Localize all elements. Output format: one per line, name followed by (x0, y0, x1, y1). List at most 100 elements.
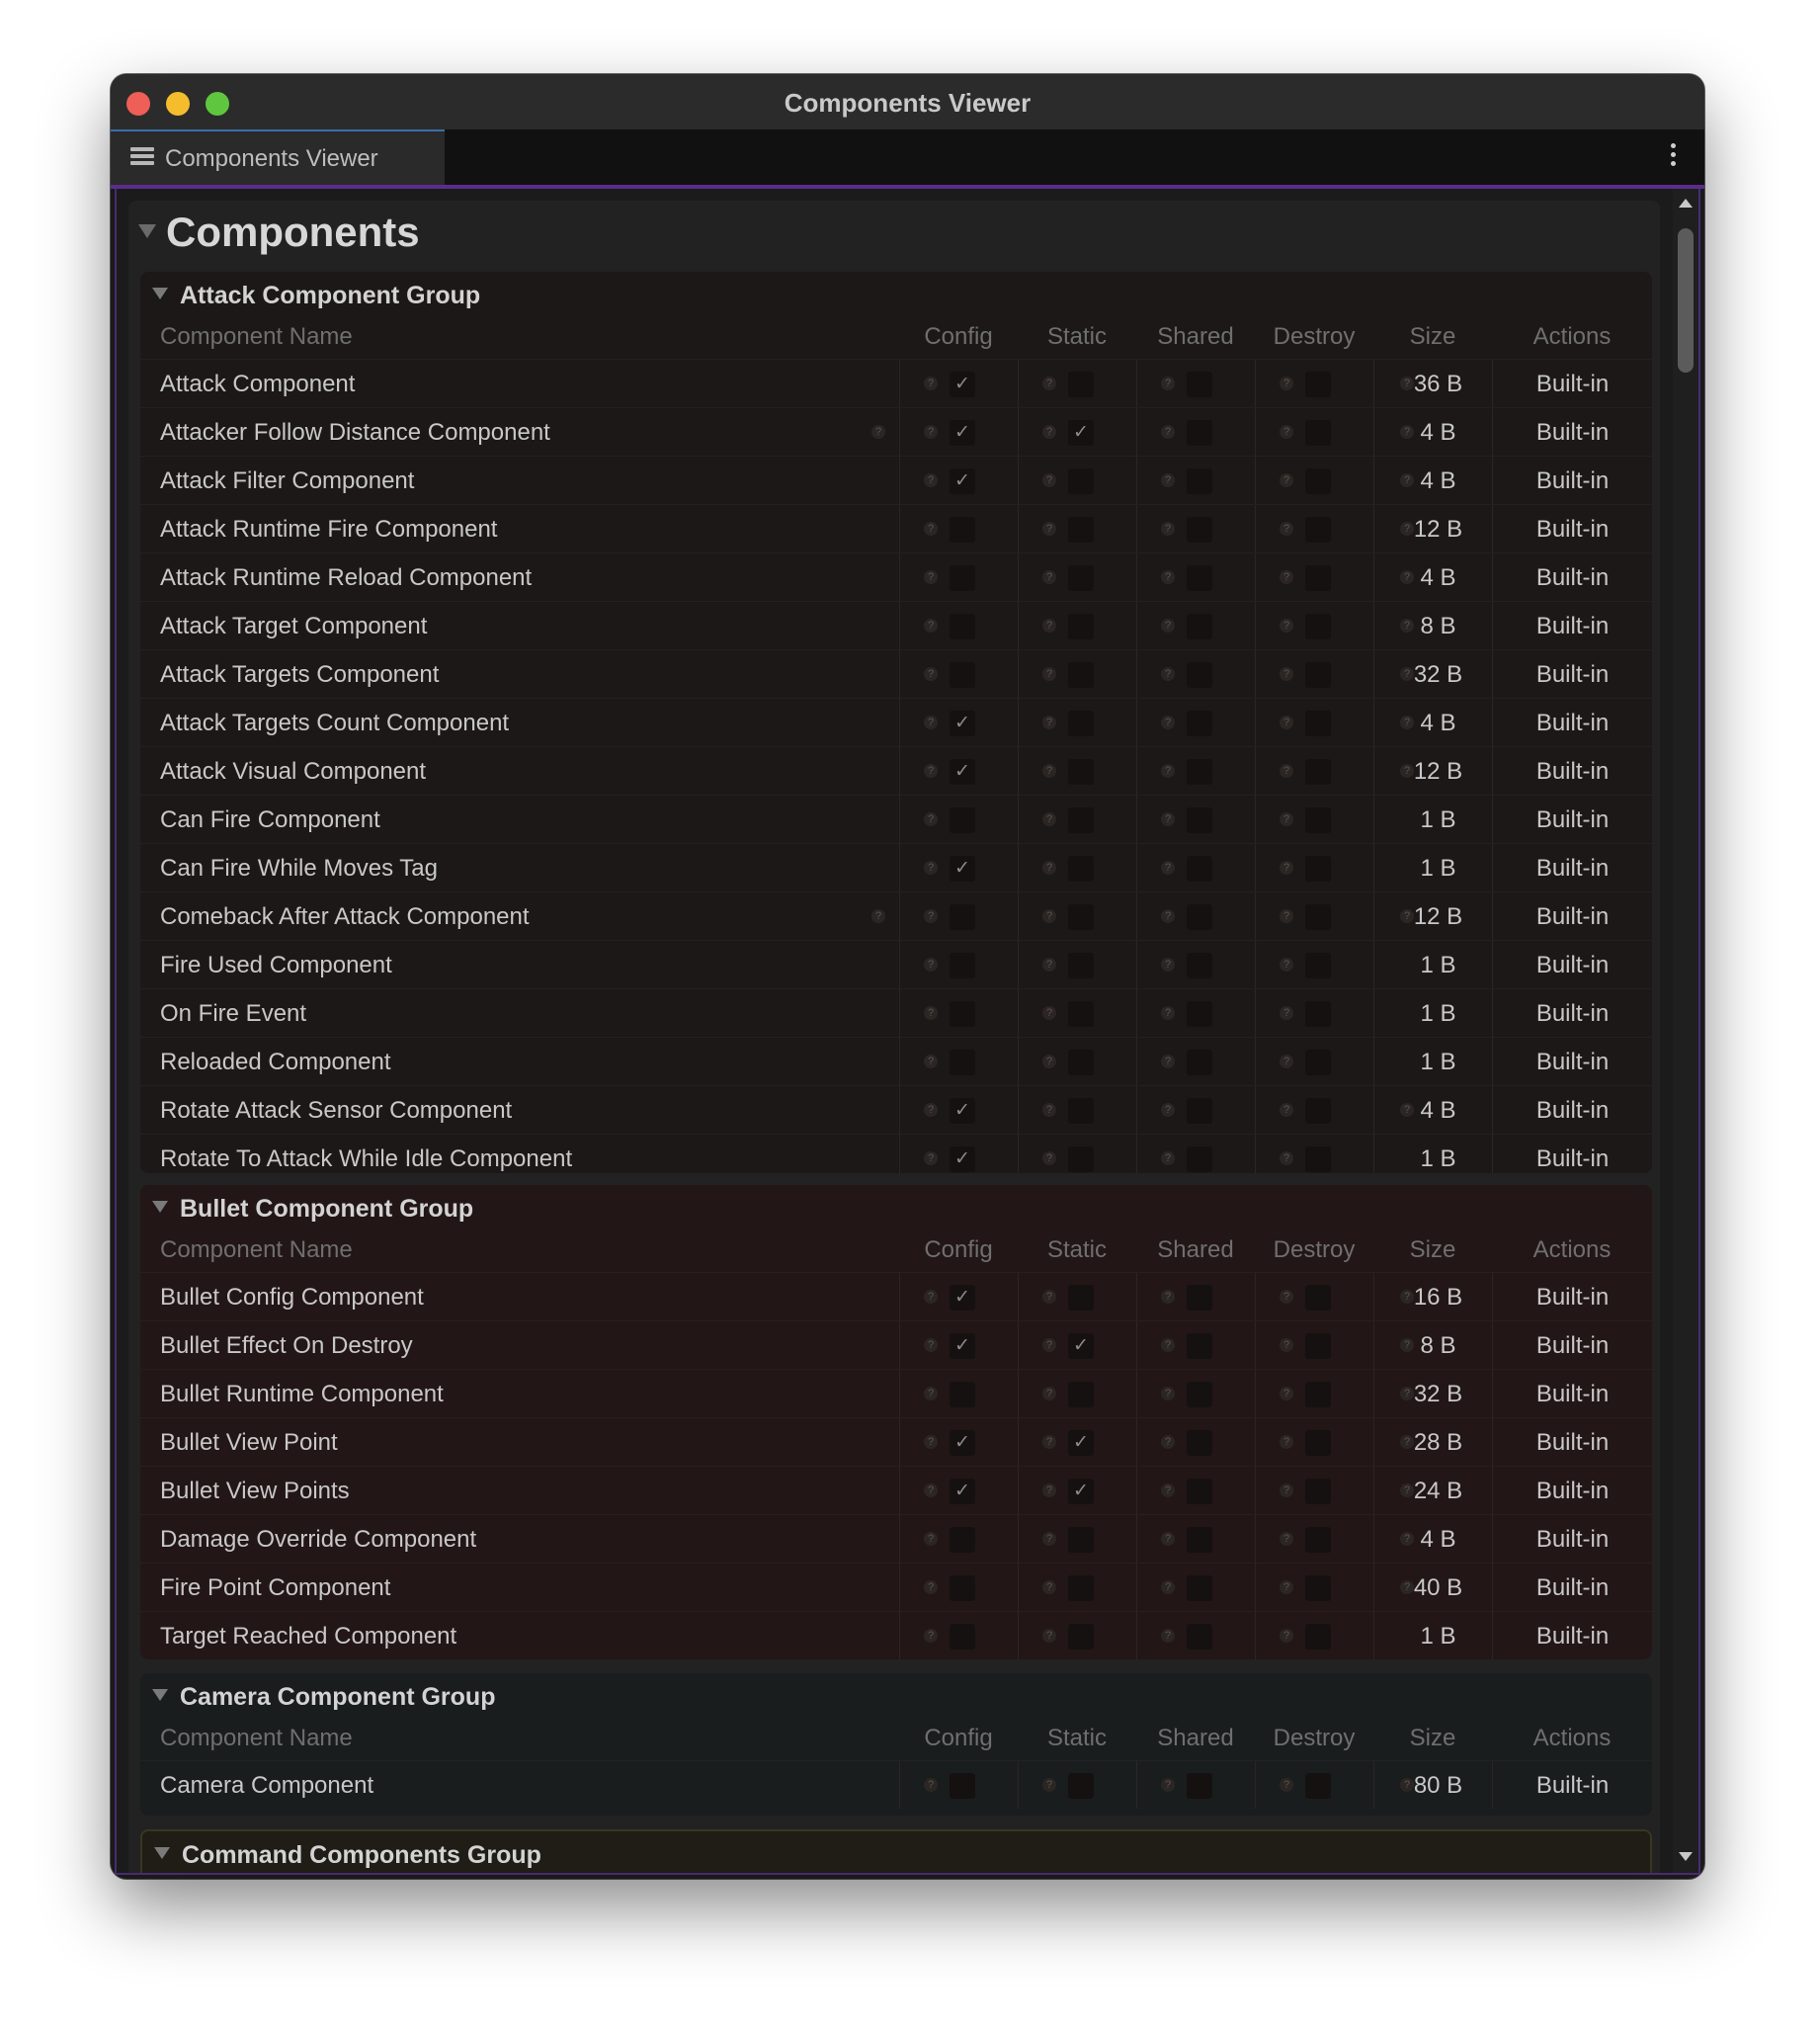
column-config[interactable]: Config (899, 1717, 1018, 1760)
table-row[interactable]: Attack Runtime Reload Component???? ? 4 B B… (140, 552, 1652, 601)
question-icon[interactable]: ? (1042, 1435, 1056, 1449)
table-row[interactable]: Bullet Config Component? ✓???? 16 B Built-i… (140, 1272, 1652, 1320)
shared-checkbox[interactable] (1187, 1624, 1212, 1650)
question-icon[interactable]: ? (1280, 570, 1293, 584)
question-icon[interactable]: ? (924, 1338, 938, 1352)
question-icon[interactable]: ? (1042, 667, 1056, 681)
config-checkbox[interactable]: ✓ (950, 759, 975, 785)
question-icon[interactable]: ? (1161, 1580, 1175, 1594)
config-checkbox[interactable] (950, 565, 975, 591)
column-actions[interactable]: Actions (1492, 315, 1652, 359)
destroy-checkbox[interactable] (1305, 1382, 1331, 1407)
static-checkbox[interactable] (1068, 565, 1094, 591)
question-icon[interactable]: ? (1042, 1778, 1056, 1792)
triangle-down-icon[interactable] (154, 1847, 170, 1859)
config-checkbox[interactable]: ✓ (950, 1146, 975, 1172)
static-checkbox[interactable] (1068, 1575, 1094, 1601)
config-checkbox[interactable]: ✓ (950, 1285, 975, 1311)
shared-checkbox[interactable] (1187, 1146, 1212, 1172)
static-checkbox[interactable] (1068, 662, 1094, 688)
question-icon[interactable]: ? (1280, 1387, 1293, 1400)
destroy-checkbox[interactable] (1305, 1624, 1331, 1650)
question-icon[interactable]: ? (1280, 909, 1293, 923)
question-icon[interactable]: ? (1161, 667, 1175, 681)
triangle-down-icon[interactable] (152, 1201, 168, 1213)
question-icon[interactable]: ? (871, 425, 885, 439)
column-shared[interactable]: Shared (1136, 315, 1255, 359)
question-icon[interactable]: ? (1042, 1387, 1056, 1400)
column-actions[interactable]: Actions (1492, 1228, 1652, 1272)
question-icon[interactable]: ? (924, 1290, 938, 1304)
column-config[interactable]: Config (899, 1228, 1018, 1272)
static-checkbox[interactable] (1068, 1146, 1094, 1172)
question-icon[interactable]: ? (924, 1435, 938, 1449)
question-icon[interactable]: ? (924, 1103, 938, 1117)
static-checkbox[interactable]: ✓ (1068, 1479, 1094, 1504)
config-checkbox[interactable]: ✓ (950, 856, 975, 882)
config-checkbox[interactable]: ✓ (950, 468, 975, 494)
table-row[interactable]: Attack Targets Component???? ? 32 B Built-i… (140, 649, 1652, 698)
static-checkbox[interactable] (1068, 1527, 1094, 1553)
destroy-checkbox[interactable] (1305, 565, 1331, 591)
config-checkbox[interactable]: ✓ (950, 372, 975, 397)
shared-checkbox[interactable] (1187, 759, 1212, 785)
question-icon[interactable]: ? (1161, 861, 1175, 875)
question-icon[interactable]: ? (1280, 1778, 1293, 1792)
shared-checkbox[interactable] (1187, 1382, 1212, 1407)
destroy-checkbox[interactable] (1305, 1098, 1331, 1124)
config-checkbox[interactable] (950, 1624, 975, 1650)
static-checkbox[interactable] (1068, 1098, 1094, 1124)
column-destroy[interactable]: Destroy (1255, 315, 1373, 359)
static-checkbox[interactable] (1068, 1050, 1094, 1075)
question-icon[interactable]: ? (1161, 1435, 1175, 1449)
config-checkbox[interactable] (950, 1575, 975, 1601)
table-row[interactable]: Can Fire While Moves Tag? ✓??? 1 B Built-in (140, 843, 1652, 891)
question-icon[interactable]: ? (924, 1778, 938, 1792)
destroy-checkbox[interactable] (1305, 662, 1331, 688)
column-config[interactable]: Config (899, 315, 1018, 359)
question-icon[interactable]: ? (1042, 1151, 1056, 1165)
static-checkbox[interactable] (1068, 759, 1094, 785)
column-shared[interactable]: Shared (1136, 1717, 1255, 1760)
question-icon[interactable]: ? (1280, 1532, 1293, 1546)
question-icon[interactable]: ? (1161, 764, 1175, 778)
table-row[interactable]: Comeback After Attack Component?????? 12 … (140, 891, 1652, 940)
column-static[interactable]: Static (1018, 1717, 1136, 1760)
destroy-checkbox[interactable] (1305, 1285, 1331, 1311)
question-icon[interactable]: ? (1161, 473, 1175, 487)
question-icon[interactable]: ? (1161, 1483, 1175, 1497)
shared-checkbox[interactable] (1187, 1773, 1212, 1799)
destroy-checkbox[interactable] (1305, 1575, 1331, 1601)
question-icon[interactable]: ? (1042, 1580, 1056, 1594)
question-icon[interactable]: ? (924, 764, 938, 778)
question-icon[interactable]: ? (1042, 570, 1056, 584)
question-icon[interactable]: ? (1042, 1483, 1056, 1497)
question-icon[interactable]: ? (924, 958, 938, 972)
static-checkbox[interactable]: ✓ (1068, 420, 1094, 446)
column-size[interactable]: Size (1373, 1717, 1492, 1760)
column-actions[interactable]: Actions (1492, 1717, 1652, 1760)
destroy-checkbox[interactable] (1305, 1773, 1331, 1799)
group-header[interactable]: Bullet Component Group (140, 1185, 1652, 1228)
static-checkbox[interactable]: ✓ (1068, 1333, 1094, 1359)
table-row[interactable]: Attack Component? ✓???? 36 B Built-in (140, 359, 1652, 407)
question-icon[interactable]: ? (1280, 1055, 1293, 1068)
question-icon[interactable]: ? (1161, 1290, 1175, 1304)
question-icon[interactable]: ? (1280, 473, 1293, 487)
config-checkbox[interactable] (950, 1050, 975, 1075)
shared-checkbox[interactable] (1187, 517, 1212, 543)
destroy-checkbox[interactable] (1305, 1333, 1331, 1359)
config-checkbox[interactable]: ✓ (950, 420, 975, 446)
kebab-menu-icon[interactable] (1671, 143, 1677, 169)
config-checkbox[interactable] (950, 1382, 975, 1407)
question-icon[interactable]: ? (1161, 812, 1175, 826)
triangle-down-icon[interactable] (152, 1689, 168, 1701)
question-icon[interactable]: ? (1042, 1338, 1056, 1352)
tab-components-viewer[interactable]: Components Viewer (111, 129, 445, 185)
question-icon[interactable]: ? (924, 1629, 938, 1643)
table-row[interactable]: Rotate To Attack While Idle Component? ✓?… (140, 1134, 1652, 1173)
shared-checkbox[interactable] (1187, 711, 1212, 736)
static-checkbox[interactable] (1068, 1624, 1094, 1650)
column-shared[interactable]: Shared (1136, 1228, 1255, 1272)
question-icon[interactable]: ? (924, 425, 938, 439)
